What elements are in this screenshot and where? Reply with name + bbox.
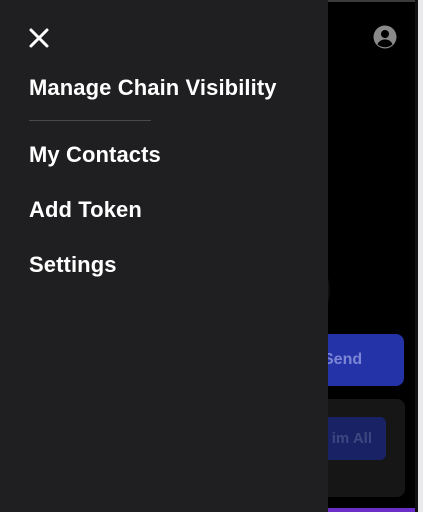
window-right-edge (418, 0, 423, 512)
menu-item-add-token[interactable]: Add Token (29, 197, 142, 223)
menu-item-settings[interactable]: Settings (29, 252, 117, 278)
side-drawer: Manage Chain Visibility My Contacts Add … (0, 0, 328, 512)
bottom-accent-bar (328, 508, 418, 512)
menu-divider (29, 120, 151, 121)
account-circle-icon[interactable] (373, 25, 397, 49)
claim-all-button-label: im All (331, 430, 372, 447)
menu-item-manage-chain-visibility[interactable]: Manage Chain Visibility (29, 75, 277, 101)
menu-item-my-contacts[interactable]: My Contacts (29, 142, 161, 168)
app-window: Send im All Manage Chain Visibility My C… (0, 0, 423, 512)
close-icon[interactable] (25, 24, 53, 52)
send-button-label: Send (323, 351, 363, 368)
